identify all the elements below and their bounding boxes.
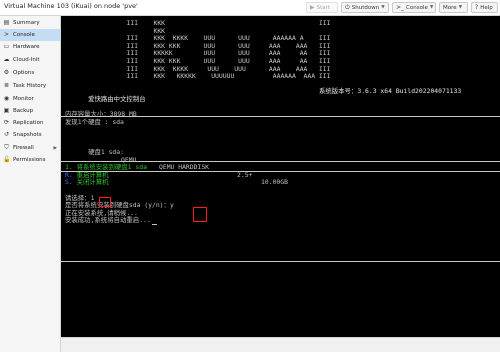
sidebar-item-label: Permissions [13,157,46,163]
text-cursor [151,223,157,226]
sidebar-item-label: Backup [13,108,34,114]
power-icon: ⏻ [345,3,350,11]
separator-line [61,171,500,172]
more-label: More [443,4,457,11]
sidebar-item-monitor[interactable]: ◉ Monitor [0,93,61,105]
help-icon: ? [475,3,479,11]
sidebar-item-label: Cloud-Init [13,57,40,63]
console-icon: > [3,31,10,38]
sidebar-item-permissions[interactable]: 🔓 Permissions [0,154,61,166]
console-label: Console [406,4,428,11]
eye-icon: ◉ [3,95,10,102]
sidebar-item-snapshots[interactable]: ↺ Snapshots [0,129,61,141]
sidebar-item-label: Summary [13,20,40,26]
sidebar-item-label: Task History [13,83,47,89]
version-label: 系统版本号： [319,87,358,96]
sidebar-item-cloud-init[interactable]: ☁ Cloud-Init [0,54,61,66]
play-icon: ▶ [310,3,315,11]
banner-line: III KKK KKKKK UUUUUU AAAAAA AAA III [65,72,331,81]
unlock-icon: 🔓 [3,156,11,163]
shutdown-label: Shutdown [351,4,380,11]
separator-line [61,161,500,162]
chevron-down-icon: ▼ [429,5,434,10]
sidebar-item-label: Snapshots [13,132,42,138]
console-icon: >_ [396,3,405,11]
floppy-icon: ▣ [3,107,10,114]
disk-capacity: 10.00GB [261,178,288,187]
sync-icon: ⟳ [3,119,10,126]
version-value: 3.6.3 x64 Build202204071133 [357,87,462,96]
history-icon: ↺ [3,131,10,138]
help-button[interactable]: ? Help [471,2,498,13]
vm-header: Virtual Machine 103 (iKuai) on node 'pve… [0,0,500,16]
sidebar-item-hardware[interactable]: ▭ Hardware [0,41,61,53]
hardware-icon: ▭ [3,43,10,50]
sidebar-item-replication[interactable]: ⟳ Replication [0,117,61,129]
chevron-down-icon: ▼ [458,5,463,10]
sidebar-item-label: Replication [13,120,44,126]
console-name: 爱快路由中文控制台 [88,94,146,103]
chevron-down-icon: ▼ [381,5,385,10]
terminal-output: III KKK III KKK III KKK KKKK UUU UUU AAA… [65,19,497,226]
sidebar: ▤ Summary > Console ▭ Hardware ☁ Cloud-I… [0,16,61,352]
sidebar-item-firewall[interactable]: ⛉ Firewall ▶ [0,142,61,154]
vm-title: Virtual Machine 103 (iKuai) on node 'pve… [4,2,138,10]
summary-icon: ▤ [3,19,10,26]
start-label: Start [316,4,331,11]
sidebar-item-label: Firewall [13,145,34,151]
console-bottom-bar [61,337,500,352]
sidebar-item-label: Console [13,32,35,38]
sidebar-item-label: Options [13,70,35,76]
start-button[interactable]: ▶ Start [306,2,338,13]
sidebar-item-label: Hardware [13,44,40,50]
highlight-box-confirm [193,207,207,222]
console-button[interactable]: >_ Console ▼ [392,2,436,13]
vm-console-screen[interactable]: III KKK III KKK III KKK KKKK UUU UUU AAA… [61,16,500,337]
shield-icon: ⛉ [4,144,9,151]
separator-line [61,116,500,117]
sidebar-item-options[interactable]: ⚙ Options [0,67,61,79]
sidebar-item-console[interactable]: > Console [0,29,61,41]
sidebar-item-summary[interactable]: ▤ Summary [0,17,61,29]
sidebar-item-backup[interactable]: ▣ Backup [0,105,61,117]
cloud-icon: ☁ [3,56,10,63]
disk-found-text: 发现1个硬盘 : sda [65,117,124,126]
install-done-text: 安装成功,系统将自动重启... [65,216,151,225]
disk-size: 2.5+ [237,170,253,179]
disk-name: 硬盘1 sda: [88,148,124,157]
list-icon: ≣ [3,82,10,89]
chevron-right-icon: ▶ [53,145,57,151]
more-button[interactable]: More ▼ [439,2,468,13]
separator-line [61,261,500,262]
gear-icon: ⚙ [3,69,10,76]
sidebar-item-task-history[interactable]: ≣ Task History [0,80,61,92]
highlight-box-choice [99,197,111,207]
shutdown-button[interactable]: ⏻ Shutdown ▼ [341,2,389,13]
sidebar-item-label: Monitor [13,96,34,102]
help-label: Help [480,4,493,11]
confirm-value: y [169,201,174,210]
